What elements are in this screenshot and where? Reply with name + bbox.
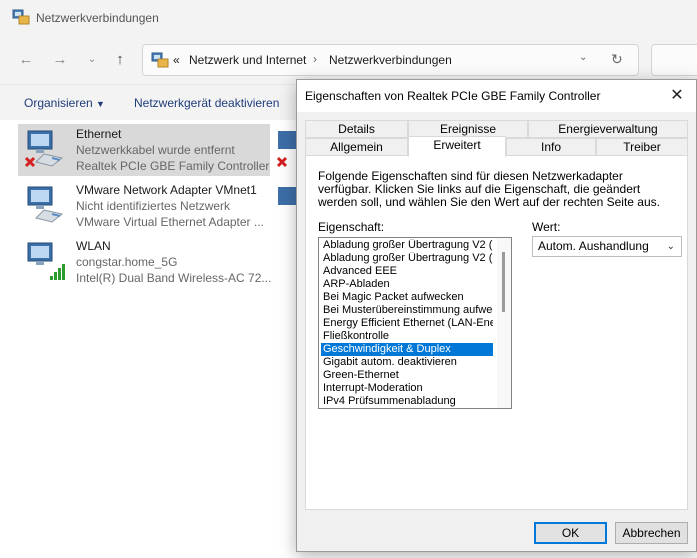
navigation-bar: ← → ⌄ ↑ « Netzwerk und Internet › Netzwe…: [0, 36, 697, 84]
adapter-wlan[interactable]: WLAN congstar.home_5G Intel(R) Dual Band…: [18, 236, 272, 288]
adapter-ethernet[interactable]: Ethernet Netzwerkkabel wurde entfernt Re…: [18, 124, 270, 176]
tab-allgemein[interactable]: Allgemein: [305, 138, 408, 156]
breadcrumb-overflow[interactable]: «: [173, 53, 180, 67]
value-label: Wert:: [532, 220, 561, 234]
adapter-name: Ethernet: [76, 127, 122, 141]
ethernet-icon: [278, 187, 296, 205]
value-dropdown[interactable]: Autom. Aushandlung ⌄: [532, 236, 682, 257]
recent-locations-chevron-icon[interactable]: ⌄: [82, 50, 102, 70]
property-item[interactable]: Energy Efficient Ethernet (LAN-Energ: [321, 317, 493, 330]
property-item-selected[interactable]: Geschwindigkeit & Duplex: [321, 343, 493, 356]
explorer-titlebar: Netzwerkverbindungen: [0, 0, 697, 36]
organize-button[interactable]: Organisieren ▼: [24, 96, 105, 110]
adapter-name: WLAN: [76, 239, 111, 253]
property-item[interactable]: IPv4 Prüfsummenabladung: [321, 395, 493, 408]
close-icon[interactable]: ✕: [666, 86, 688, 106]
tab-energieverwaltung[interactable]: Energieverwaltung: [528, 120, 688, 138]
properties-dialog: Eigenschaften von Realtek PCIe GBE Famil…: [296, 79, 697, 552]
ethernet-disconnected-icon: [24, 130, 64, 168]
chevron-down-icon: ⌄: [666, 241, 675, 252]
property-label: Eigenschaft:: [318, 220, 385, 234]
refresh-icon[interactable]: ↻: [611, 51, 623, 68]
window-title: Netzwerkverbindungen: [36, 11, 159, 25]
adapter-status: Netzwerkkabel wurde entfernt: [76, 143, 235, 157]
up-icon[interactable]: ↑: [110, 50, 130, 70]
wifi-icon: [27, 242, 65, 280]
tab-details[interactable]: Details: [305, 120, 408, 138]
property-list-scrollbar[interactable]: [497, 238, 511, 408]
advanced-tab-panel: Folgende Eigenschaften sind für diesen N…: [305, 155, 688, 510]
breadcrumb-item[interactable]: Netzwerk und Internet: [189, 53, 306, 67]
cancel-button[interactable]: Abbrechen: [615, 522, 688, 544]
network-connections-icon: [151, 52, 169, 68]
property-item[interactable]: Green-Ethernet: [321, 369, 493, 382]
tab-erweitert[interactable]: Erweitert: [408, 136, 506, 157]
property-item[interactable]: Fließkontrolle: [321, 330, 493, 343]
adapter-status: Nicht identifiziertes Netzwerk: [76, 199, 231, 213]
dialog-title: Eigenschaften von Realtek PCIe GBE Famil…: [305, 89, 601, 103]
forward-icon[interactable]: →: [50, 50, 70, 70]
ethernet-disconnected-icon: [276, 131, 296, 168]
dropdown-arrow-icon: ▼: [96, 99, 105, 109]
tab-treiber[interactable]: Treiber: [596, 138, 688, 156]
property-item[interactable]: Interrupt-Moderation: [321, 382, 493, 395]
ok-button[interactable]: OK: [534, 522, 607, 544]
chevron-down-icon[interactable]: ⌄: [579, 52, 587, 63]
adapter-device: Intel(R) Dual Band Wireless-AC 72...: [76, 271, 272, 285]
tab-info[interactable]: Info: [506, 138, 596, 156]
property-item[interactable]: Bei Musterübereinstimmung aufweck: [321, 304, 493, 317]
adapter-vmware[interactable]: VMware Network Adapter VMnet1 Nicht iden…: [18, 180, 270, 232]
breadcrumb-item[interactable]: Netzwerkverbindungen: [329, 53, 452, 67]
property-list[interactable]: Abladung großer Übertragung V2 (IP Ablad…: [318, 237, 512, 409]
property-item[interactable]: Advanced EEE: [321, 265, 493, 278]
search-box[interactable]: [651, 44, 697, 76]
property-item[interactable]: Abladung großer Übertragung V2 (IP: [321, 252, 493, 265]
dialog-titlebar: Eigenschaften von Realtek PCIe GBE Famil…: [297, 80, 696, 112]
value-dropdown-selected: Autom. Aushandlung: [538, 239, 649, 253]
adapter-status: congstar.home_5G: [76, 255, 178, 269]
address-bar[interactable]: « Netzwerk und Internet › Netzwerkverbin…: [142, 44, 639, 76]
property-item[interactable]: Abladung großer Übertragung V2 (IP: [321, 239, 493, 252]
adapter-device: VMware Virtual Ethernet Adapter ...: [76, 215, 264, 229]
deactivate-device-button[interactable]: Netzwerkgerät deaktivieren: [134, 96, 279, 110]
network-connections-icon: [12, 9, 30, 25]
back-icon[interactable]: ←: [16, 50, 36, 70]
property-item[interactable]: ARP-Abladen: [321, 278, 493, 291]
adapter-device: Realtek PCIe GBE Family Controller: [76, 159, 270, 173]
chevron-right-icon[interactable]: ›: [313, 52, 317, 66]
adapter-name: VMware Network Adapter VMnet1: [76, 183, 257, 197]
advanced-description: Folgende Eigenschaften sind für diesen N…: [318, 169, 660, 209]
property-item[interactable]: Bei Magic Packet aufwecken: [321, 291, 493, 304]
property-item[interactable]: Gigabit autom. deaktivieren: [321, 356, 493, 369]
scrollbar-thumb[interactable]: [502, 252, 505, 312]
ethernet-icon: [27, 186, 64, 223]
